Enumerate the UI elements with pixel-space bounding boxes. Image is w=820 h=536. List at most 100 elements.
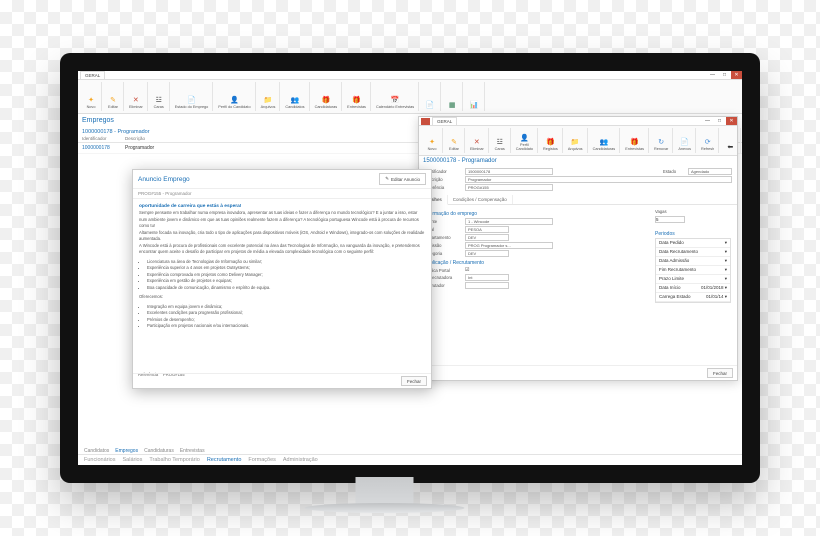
periodo-row[interactable]: Data Pedido ▾ [656,239,730,248]
detail-window: GERAL — □ ✕ ✦Novo ✎Editar ✕Eliminar ☳Caras 👤… [418,116,738,381]
edit-lbl: Editar Anuncio [391,177,420,182]
ribbon-lbl: Editar [108,106,118,110]
ribbon-btn-Estado do Emprego[interactable]: 📄Estado do Emprego [174,94,210,111]
tab-condicoes[interactable]: Condições / Compensação [448,195,513,204]
detail-close[interactable]: ✕ [726,117,737,125]
req-list: Licenciatura na área de Tecnologias de I… [147,259,425,292]
ribbon-btn-Novo[interactable]: ✦Novo [425,136,439,153]
popup-body: oportunidade de carreira que estás à esp… [133,199,431,337]
popup-close-btn[interactable]: Fechar [401,376,427,386]
col-desc: Descrição [125,136,175,141]
max-button[interactable]: □ [719,71,730,79]
inp-cliente[interactable]: 1 - Wincode [465,218,553,225]
Entrevistas-icon: 🎁 [352,95,362,105]
nav-formacoes[interactable]: Formações [248,457,276,463]
inp-recrut[interactable] [465,282,509,289]
per-val: ▾ [725,249,727,255]
req-item: Boa capacidade de comunicação, dinamismo… [147,285,425,292]
ribbon-btn-Editar[interactable]: ✎Editar [447,136,461,153]
nav-trabalho[interactable]: Trabalho Temporário [149,457,199,463]
nav-administracao[interactable]: Administração [283,457,318,463]
ribbon-btn-12[interactable]: ⬅ [723,141,737,153]
ribbon-lbl: Entrevistas [625,148,644,152]
Anexos-icon: 📄 [680,137,690,147]
Entrevistas-icon: 🎁 [630,137,640,147]
periodo-row[interactable]: Data Admissão ▾ [656,257,730,266]
detail-min[interactable]: — [702,117,713,125]
ribbon-lbl: Arquivos [568,148,583,152]
fld-id[interactable]: 1500000178 [465,168,553,175]
ribbon-btn-11[interactable]: 📄 [423,99,437,111]
ribbon-btn-Calendário Entrevistas[interactable]: 📅Calendário Entrevistas [375,94,415,111]
ribbon-btn-Editar[interactable]: ✎Editar [106,94,120,111]
nav-salarios[interactable]: Salários [123,457,143,463]
ribbon-btn-Candidaturas[interactable]: 👥Candidaturas [592,136,617,153]
min-button[interactable]: — [707,71,718,79]
Novo-icon: ✦ [86,95,96,105]
ribbon-lbl: Arquivos [261,106,276,110]
ribbon-btn-Arquivos[interactable]: 📁Arquivos [260,94,277,111]
inp-prof[interactable]: PROG Programador s... [465,242,553,249]
close-button[interactable]: ✕ [731,71,742,79]
inp-dep[interactable]: DEV [465,234,509,241]
fld-desc[interactable]: Programador [465,176,732,183]
detail-close-btn[interactable]: Fechar [707,368,733,378]
ribbon-lbl: Estado do Emprego [175,106,209,110]
nav-recrutamento[interactable]: Recrutamento [207,457,242,463]
inp-erec[interactable]: Int [465,274,509,281]
detail-max[interactable]: □ [714,117,725,125]
ribbon-btn-Eliminar[interactable]: ✕Eliminar [128,94,144,111]
per-val: ▾ [725,240,727,246]
ribbon-btn-12[interactable]: ▦ [445,99,459,111]
ribbon-btn-Entrevistas[interactable]: 🎁Entrevistas [346,94,367,111]
ribbon-btn-Novo[interactable]: ✦Novo [84,94,98,111]
detail-title: 1500000178 - Programador [419,156,737,164]
Arquivos-icon: 📁 [570,137,580,147]
ribbon-btn-Candidaturas[interactable]: 🎁Candidaturas [314,94,339,111]
ribbon-btn-Caras[interactable]: ☳Caras [493,136,507,153]
ribbon-btn-Refresh[interactable]: ⟳Refresh [700,136,715,153]
ribbon-btn-Eliminar[interactable]: ✕Eliminar [469,136,485,153]
periodo-row[interactable]: Data Início01/01/2018 ▾ [656,284,730,293]
Estado do Emprego-icon: 📄 [187,95,197,105]
ribbon-lbl: Refresh [701,148,714,152]
row-id[interactable]: 1000000178 [82,145,122,151]
Calendário Entrevistas-icon: 📅 [390,95,400,105]
ribbon-btn-Renovar[interactable]: ↻Renovar [653,136,669,153]
fld-est[interactable]: Agendado [688,168,732,175]
per-lbl: Data Pedido [659,240,684,246]
ribbon-btn-Entrevistas[interactable]: 🎁Entrevistas [624,136,645,153]
ribbon-lbl: Calendário Entrevistas [376,106,414,110]
ribbon-lbl: Novo [87,106,96,110]
periodo-row[interactable]: Fim Recrutamento ▾ [656,266,730,275]
Caras-icon: ☳ [495,137,505,147]
ribbon-lbl: Candidaturas [315,106,338,110]
ribbon-btn-Arquivos[interactable]: 📁Arquivos [567,136,584,153]
ribbon-btn-Perfil do Candidato[interactable]: 👤Perfil do Candidato [217,94,251,111]
edit-anuncio-button[interactable]: ✎Editar Anuncio [379,173,426,185]
ribbon-btn-13[interactable]: 📊 [467,99,481,111]
fld-ref[interactable]: PROG#155 [465,184,553,191]
col-id: Identificador [82,136,122,141]
periodo-row[interactable]: Carrega Estado01/01/14 ▾ [656,293,730,302]
inp-vagas[interactable]: 5 [655,216,685,223]
Renovar-icon: ↻ [656,137,666,147]
nav-funcionarios[interactable]: Funcionários [84,457,116,463]
Caras-icon: ☳ [154,95,164,105]
ribbon-btn-Perfil Candidato[interactable]: 👤Perfil Candidato [515,132,534,153]
popup-p1: Sempre pensaste em trabalhar numa empres… [139,210,425,230]
periodo-row[interactable]: Data Recrutamento ▾ [656,248,730,257]
periodo-row[interactable]: Prazo Limite ▾ [656,275,730,284]
detail-tab[interactable]: GERAL [432,117,457,125]
title-tab[interactable]: GERAL [80,71,105,79]
ribbon-lbl: Caras [154,106,164,110]
ribbon-btn-Registos[interactable]: 🎁Registos [542,136,559,153]
chk-portal[interactable]: ☑ [465,267,469,273]
ribbon-btn-Caras[interactable]: ☳Caras [152,94,166,111]
inp-cat[interactable]: DEV [465,250,509,257]
ribbon-btn-Candidatos[interactable]: 👥Candidatos [284,94,305,111]
popup-sub: PROG#155 - Programador [133,189,431,199]
ribbon-btn-Anexos[interactable]: 📄Anexos [677,136,692,153]
inp-local[interactable]: PESOA [465,226,509,233]
offer-list: Integração em equipa jovem e dinâmica;Ex… [147,304,425,330]
